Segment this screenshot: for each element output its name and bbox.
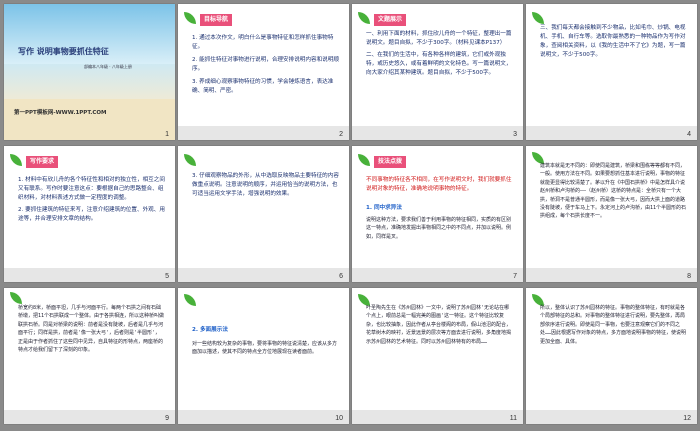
- slide-number: 7: [513, 273, 517, 280]
- slide-thumbnail-11[interactable]: 叶圣陶先生在《苏州园林》一文中，说明了苏州园林'无论站在哪个点上，眼前总是一幅完…: [352, 288, 523, 424]
- slide-thumbnail-12[interactable]: 所以，整体认识了苏州园林的特征。事物的整体特征，有时就是各个局部特征的总和。对事…: [526, 288, 697, 424]
- section-tag: 目标导航: [200, 14, 233, 26]
- slide-text: 1. 材料中有欣儿舟的各个特征性和相对的独立性，相互之间又有联系。写作时要注意这…: [18, 177, 165, 222]
- leaf-icon: [532, 12, 544, 24]
- slide-number: 10: [335, 415, 343, 422]
- leaf-icon: [358, 12, 370, 24]
- slide-number: 8: [687, 273, 691, 280]
- section-tag: 技法点拨: [374, 156, 407, 168]
- slide-thumbnail-4[interactable]: 三、我们每天都会接触到不少物品，比如毛巾、炒锅、电视机、手机、自行车等。选取你最…: [526, 4, 697, 140]
- leaf-icon: [10, 154, 22, 166]
- footer-bar: [4, 410, 175, 424]
- slide-number: 3: [513, 131, 517, 138]
- slide-thumbnail-3[interactable]: 文题展示 一、利用下面的材料，抓住欣儿舟的一个特征，整理出一篇说明文。题目自拟，…: [352, 4, 523, 140]
- leaf-icon: [184, 294, 196, 306]
- slide-number: 5: [165, 273, 169, 280]
- slide-number: 4: [687, 131, 691, 138]
- slide-thumbnail-9[interactable]: 桥宽约8米，桥面平坦，几乎与河面平行。每两个石拱之间有石础桥墩，把11个石拱联成…: [4, 288, 175, 424]
- slide-number: 1: [165, 131, 169, 138]
- section-tag: 写作要求: [26, 156, 59, 168]
- slide-thumbnail-1[interactable]: 写作 说明事物要抓住特征 部编本八年级 · 八年级上册 第一PPT模板网-WWW…: [4, 4, 175, 140]
- slide-body: 建筑本就是无不同的：即使同是建筑，桥梁和围栋等等都有不同，一般。使用方法在不同。…: [540, 163, 687, 220]
- highlight-text: 不同事物的特征各不相同，在写作说明文时，我们就要抓住说明对象的特征，准确地说明事…: [366, 177, 512, 192]
- slide-number: 6: [339, 273, 343, 280]
- slide-body: 桥宽约8米，桥面平坦，几乎与河面平行。每两个石拱之间有石础桥墩，把11个石拱联成…: [18, 305, 165, 354]
- section-tag: 文题展示: [374, 14, 407, 26]
- footer-bar: [178, 410, 349, 424]
- slide-text: 三、我们每天都会接触到不少物品，比如毛巾、炒锅、电视机、手机、自行车等。选取你最…: [540, 25, 686, 58]
- slide-text: 1. 通过本次作文，明白什么是事物特征和怎样抓住事物特征。 2. 能抓住特征对事…: [192, 35, 339, 94]
- slide-number: 2: [339, 131, 343, 138]
- leaf-icon: [358, 154, 370, 166]
- slide-number: 12: [683, 415, 691, 422]
- footer-bar: [178, 268, 349, 282]
- footer-bar: [526, 410, 697, 424]
- slide-thumbnail-5[interactable]: 写作要求 1. 材料中有欣儿舟的各个特征性和相对的独立性，相互之间又有联系。写作…: [4, 146, 175, 282]
- slide-number: 9: [165, 415, 169, 422]
- footer-bar: [352, 126, 523, 140]
- slide-thumbnail-10[interactable]: 2. 多面展示法 对一些结构较为复杂的事物，要将事物的特征说清楚，应该从多方面加…: [178, 288, 349, 424]
- slide-text: 3. 仔细观察物品的外形，从中选取反映物品主要特征的内容做重点说明。注意说明的顺…: [192, 173, 339, 197]
- slide-body: 说明这种方法，要求我们善于利用事物的特征相同，实质的有区别这一特点，准确地发掘出…: [366, 217, 512, 240]
- slide-thumbnail-8[interactable]: 建筑本就是无不同的：即使同是建筑，桥梁和围栋等等都有不同，一般。使用方法在不同。…: [526, 146, 697, 282]
- slide-thumbnail-7[interactable]: 技法点拨 不同事物的特征各不相同，在写作说明文时，我们就要抓住说明对象的特征，准…: [352, 146, 523, 282]
- slide-body: 叶圣陶先生在《苏州园林》一文中，说明了苏州园林'无论站在哪个点上，眼前总是一幅完…: [366, 305, 512, 345]
- leaf-icon: [10, 292, 22, 304]
- website-text: 第一PPT模板网-WWW.1PPT.COM: [14, 110, 107, 116]
- method-heading: 1. 同中求异法: [366, 205, 402, 211]
- footer-bar: [178, 126, 349, 140]
- footer-bar: [526, 268, 697, 282]
- slide-text: 一、利用下面的材料，抓住欣儿舟的一个特征，整理出一篇说明文。题目自拟，不少于30…: [366, 31, 512, 76]
- method-heading: 2. 多面展示法: [192, 327, 228, 333]
- leaf-icon: [184, 12, 196, 24]
- footer-bar: [352, 410, 523, 424]
- slide-subtitle: 部编本八年级 · 八年级上册: [84, 64, 132, 69]
- footer-bar: [352, 268, 523, 282]
- footer-bar: [526, 126, 697, 140]
- slide-body: 对一些结构较为复杂的事物，要将事物的特征说清楚，应该从多方面加以描述，使其不同的…: [192, 341, 338, 356]
- slide-body: 所以，整体认识了苏州园林的特征。事物的整体特征，有时就是各个局部特征的总和。对事…: [540, 305, 687, 345]
- sand-background: [4, 99, 175, 140]
- sea-background: [4, 64, 175, 104]
- slide-thumbnail-6[interactable]: 3. 仔细观察物品的外形，从中选取反映物品主要特征的内容做重点说明。注意说明的顺…: [178, 146, 349, 282]
- slide-title: 写作 说明事物要抓住特征: [18, 47, 109, 56]
- footer-bar: [4, 268, 175, 282]
- slide-number: 11: [509, 415, 517, 422]
- slide-thumbnail-2[interactable]: 目标导航 1. 通过本次作文，明白什么是事物特征和怎样抓住事物特征。 2. 能抓…: [178, 4, 349, 140]
- leaf-icon: [184, 154, 196, 166]
